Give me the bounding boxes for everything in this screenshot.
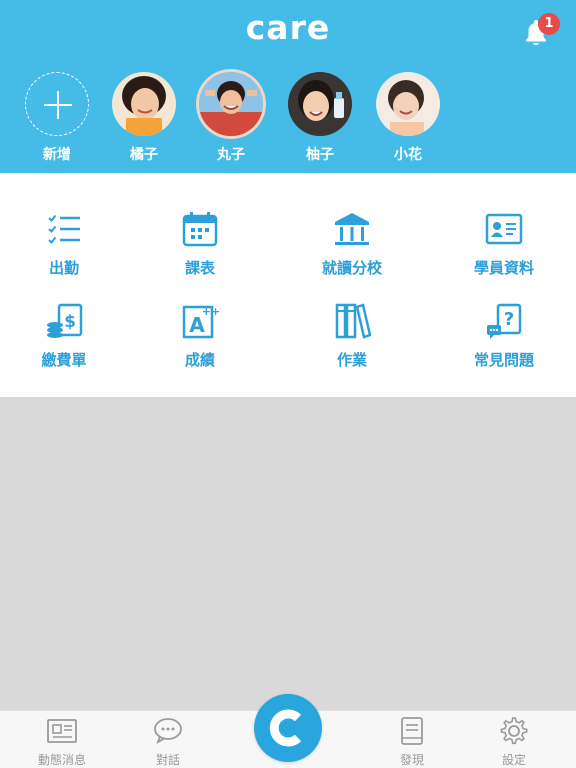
tab-news[interactable]: 動態消息 <box>22 715 102 768</box>
avatar <box>376 72 440 136</box>
child-avatar-3[interactable]: 柚子 <box>285 72 355 164</box>
svg-text:$: $ <box>64 312 76 332</box>
payment-icon: $ <box>47 303 83 338</box>
plus-icon <box>44 91 72 119</box>
avatar <box>112 72 176 136</box>
faq-icon: ? <box>487 303 522 339</box>
menu-faq[interactable]: ? 常見問題 <box>432 301 576 370</box>
tab-label: 對話 <box>155 753 180 767</box>
tab-label: 設定 <box>501 753 526 767</box>
child-avatar-1[interactable]: 橘子 <box>109 72 179 164</box>
chat-bubble-icon <box>154 718 182 744</box>
menu-homework[interactable]: 作業 <box>280 301 424 370</box>
books-icon <box>335 303 372 339</box>
avatar <box>199 72 263 136</box>
child-name: 橘子 <box>130 147 158 163</box>
checklist-icon <box>48 214 80 244</box>
tab-settings[interactable]: 設定 <box>474 715 554 768</box>
tab-label: 動態消息 <box>37 753 86 767</box>
svg-text:++: ++ <box>202 305 220 318</box>
menu-grades[interactable]: A ++ 成績 <box>128 301 272 370</box>
tab-discover[interactable]: 發現 <box>372 715 452 768</box>
menu-schedule[interactable]: 課表 <box>128 209 272 278</box>
id-card-icon <box>485 213 523 245</box>
menu-payment[interactable]: $ 繳費單 <box>0 301 136 370</box>
tab-chat[interactable]: 對話 <box>128 715 208 768</box>
content-area <box>0 397 576 710</box>
avatar <box>288 72 352 136</box>
child-avatar-4[interactable]: 小花 <box>373 72 443 164</box>
feature-menu: 出勤 課表 就讀分校 學員資料 $ 繳費單 A ++ 成績 作業 ? 常見問題 <box>0 173 576 397</box>
notification-badge: 1 <box>538 13 560 35</box>
header: care 1 新增 橘子 丸子 柚子 小花 <box>0 0 576 173</box>
care-home-button[interactable] <box>254 694 322 762</box>
menu-label: 學員資料 <box>473 259 534 277</box>
book-icon <box>401 717 423 745</box>
calendar-icon <box>182 212 218 247</box>
child-name: 柚子 <box>306 147 334 163</box>
child-name: 小花 <box>394 147 422 163</box>
menu-student-info[interactable]: 學員資料 <box>432 209 576 278</box>
newspaper-icon <box>47 719 77 743</box>
menu-label: 成績 <box>184 351 215 369</box>
gear-icon <box>500 717 528 745</box>
menu-campus[interactable]: 就讀分校 <box>280 209 424 278</box>
menu-label: 作業 <box>336 351 367 369</box>
menu-attendance[interactable]: 出勤 <box>0 209 136 278</box>
add-avatar <box>25 72 89 136</box>
menu-label: 出勤 <box>48 259 79 277</box>
care-logo-icon <box>269 709 302 747</box>
menu-label: 常見問題 <box>473 351 534 369</box>
grade-icon: A ++ <box>182 305 220 339</box>
child-avatar-2[interactable]: 丸子 <box>196 72 266 164</box>
svg-text:?: ? <box>504 309 514 330</box>
add-child-button[interactable]: 新增 <box>22 72 92 164</box>
menu-label: 繳費單 <box>41 351 87 369</box>
app-logo: care <box>245 8 331 47</box>
menu-label: 就讀分校 <box>321 259 382 277</box>
child-name: 丸子 <box>217 147 245 163</box>
child-name: 新增 <box>43 147 71 163</box>
school-building-icon <box>335 213 369 245</box>
menu-label: 課表 <box>184 259 215 277</box>
tab-label: 發現 <box>399 753 424 767</box>
